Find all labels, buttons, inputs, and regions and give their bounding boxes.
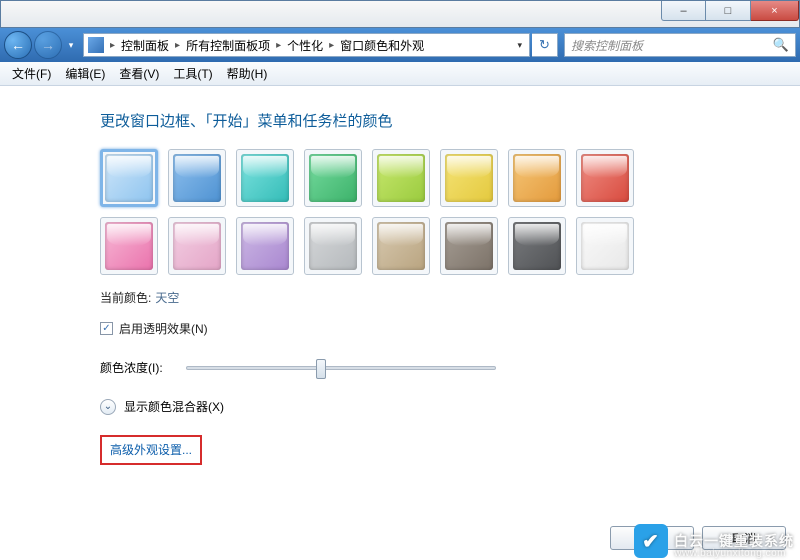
search-placeholder: 搜索控制面板 [571,37,643,54]
chevron-down-icon: ⌄ [100,399,116,415]
refresh-button[interactable]: ↻ [532,33,558,57]
current-color-value: 天空 [155,289,179,306]
color-swatch-15[interactable] [576,217,634,275]
color-swatch-2[interactable] [236,149,294,207]
content-area: 更改窗口边框、「开始」菜单和任务栏的颜色 当前颜色: 天空 ✓ 启用透明效果(N… [0,86,800,465]
color-mixer-expander[interactable]: ⌄ 显示颜色混合器(X) [100,398,800,415]
cancel-button[interactable]: 取消 [702,526,786,550]
color-swatch-6[interactable] [508,149,566,207]
navigation-bar: ← → ▾ ▸ 控制面板 ▸ 所有控制面板项 ▸ 个性化 ▸ 窗口颜色和外观 ▾… [0,28,800,62]
current-color-row: 当前颜色: 天空 [100,289,800,306]
breadcrumb[interactable]: 个性化 [287,37,323,54]
forward-button[interactable]: → [34,31,62,59]
color-swatch-10[interactable] [236,217,294,275]
color-swatch-4[interactable] [372,149,430,207]
control-panel-icon [88,37,104,53]
page-title: 更改窗口边框、「开始」菜单和任务栏的颜色 [100,110,800,131]
color-swatch-grid [100,149,700,275]
intensity-row: 颜色浓度(I): [100,359,800,376]
advanced-appearance-link[interactable]: 高级外观设置... [110,443,192,457]
window-titlebar: – □ × [0,0,800,28]
menu-help[interactable]: 帮助(H) [221,63,274,84]
intensity-slider[interactable] [186,366,496,370]
close-button[interactable]: × [751,1,799,21]
ok-button[interactable]: 确定 [610,526,694,550]
transparency-label[interactable]: 启用透明效果(N) [119,320,208,337]
breadcrumb[interactable]: 所有控制面板项 [186,37,270,54]
color-swatch-11[interactable] [304,217,362,275]
address-bar[interactable]: ▸ 控制面板 ▸ 所有控制面板项 ▸ 个性化 ▸ 窗口颜色和外观 ▾ [83,33,530,57]
intensity-label: 颜色浓度(I): [100,359,180,376]
maximize-button[interactable]: □ [706,1,751,21]
current-color-label: 当前颜色: [100,289,151,306]
breadcrumb[interactable]: 控制面板 [121,37,169,54]
menu-file[interactable]: 文件(F) [6,63,57,84]
slider-thumb[interactable] [316,359,326,379]
color-swatch-12[interactable] [372,217,430,275]
menu-view[interactable]: 查看(V) [113,63,165,84]
color-swatch-14[interactable] [508,217,566,275]
search-input[interactable]: 搜索控制面板 🔍 [564,33,796,57]
minimize-button[interactable]: – [661,1,706,21]
color-swatch-8[interactable] [100,217,158,275]
back-button[interactable]: ← [4,31,32,59]
color-swatch-1[interactable] [168,149,226,207]
color-swatch-9[interactable] [168,217,226,275]
transparency-checkbox[interactable]: ✓ [100,322,113,335]
breadcrumb-sep: ▸ [327,40,336,51]
breadcrumb-sep: ▸ [173,40,182,51]
dialog-button-bar: 确定 取消 [610,526,786,550]
menu-bar: 文件(F) 编辑(E) 查看(V) 工具(T) 帮助(H) [0,62,800,86]
search-icon[interactable]: 🔍 [773,37,789,53]
color-swatch-13[interactable] [440,217,498,275]
color-swatch-3[interactable] [304,149,362,207]
breadcrumb-sep: ▸ [108,40,117,51]
breadcrumb[interactable]: 窗口颜色和外观 [340,37,424,54]
menu-tools[interactable]: 工具(T) [167,63,218,84]
color-swatch-5[interactable] [440,149,498,207]
menu-edit[interactable]: 编辑(E) [59,63,111,84]
breadcrumb-sep: ▸ [274,40,283,51]
color-swatch-7[interactable] [576,149,634,207]
advanced-link-highlight: 高级外观设置... [100,435,202,465]
color-swatch-0[interactable] [100,149,158,207]
address-dropdown-icon[interactable]: ▾ [514,40,525,51]
color-mixer-label: 显示颜色混合器(X) [124,398,224,415]
transparency-row: ✓ 启用透明效果(N) [100,320,800,337]
history-dropdown-icon[interactable]: ▾ [64,35,78,55]
